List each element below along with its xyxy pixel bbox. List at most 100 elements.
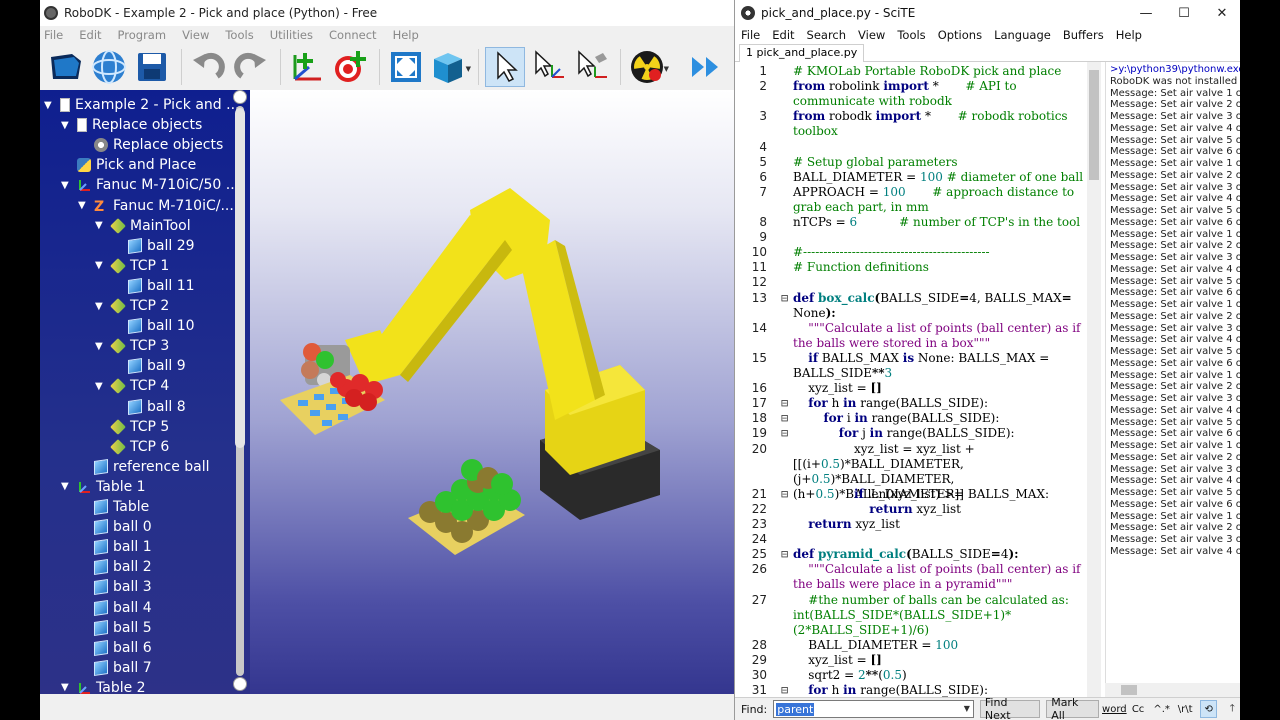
tree-item[interactable]: ▼ Example 2 - Pick and ... (44, 95, 239, 115)
menu-edit[interactable]: Edit (79, 28, 101, 42)
expand-arrow-icon[interactable]: ▼ (95, 220, 107, 231)
open-station-icon[interactable] (46, 47, 86, 87)
up-icon[interactable]: 🡑 (1223, 700, 1241, 718)
match-case-toggle[interactable]: Cc (1129, 700, 1147, 718)
tree-item[interactable]: Table (78, 497, 149, 517)
code-editor[interactable]: 1 2 3 4 5 6 7 8 9 10 11 12 13 14 15 16 17 18 19 20 21 22 23 24 2… (735, 62, 1101, 697)
tree-item[interactable]: TCP 6 (95, 437, 169, 457)
expand-arrow-icon[interactable]: ▼ (95, 381, 107, 392)
fold-toggle-icon[interactable]: ⊟ (781, 426, 788, 440)
code-line[interactable]: BALL_DIAMETER = 100 # diameter of one ba… (793, 170, 1093, 185)
code-line[interactable]: """Calculate a list of points (ball cent… (793, 321, 1093, 351)
tree-scrollbar[interactable] (233, 90, 247, 691)
code-line[interactable]: """Calculate a list of points (ball cent… (793, 562, 1093, 592)
code-line[interactable]: # KMOLab Portable RoboDK pick and place (793, 64, 1093, 79)
code-line[interactable]: sqrt2 = 2**(0.5) (793, 668, 1093, 683)
tree-item[interactable]: ball 0 (78, 517, 152, 537)
code-line[interactable]: def pyramid_calc(BALLS_SIDE=4): (793, 547, 1093, 562)
menu-options[interactable]: Options (938, 28, 982, 42)
code-line[interactable]: def box_calc(BALLS_SIDE=4, BALLS_MAX= No… (793, 291, 1093, 321)
code-line[interactable]: if len(xyz_list) >= BALLS_MAX: (793, 487, 1093, 502)
tree-item[interactable]: ball 3 (78, 577, 152, 597)
tree-item[interactable]: ▼ MainTool (95, 216, 191, 236)
expand-arrow-icon[interactable]: ▼ (95, 301, 107, 312)
tab-pick-and-place[interactable]: 1 pick_and_place.py (739, 44, 865, 62)
tree-item[interactable]: reference ball (78, 457, 210, 477)
fold-toggle-icon[interactable]: ⊟ (781, 487, 788, 501)
code-line[interactable]: for h in range(BALLS_SIDE): (793, 396, 1093, 411)
code-line[interactable]: APPROACH = 100 # approach distance to gr… (793, 185, 1093, 215)
menu-tools[interactable]: Tools (225, 28, 253, 42)
code-line[interactable]: return xyz_list (793, 502, 1093, 517)
fit-all-icon[interactable] (386, 47, 426, 87)
fold-toggle-icon[interactable]: ⊟ (781, 291, 788, 305)
code-line[interactable]: for i in range(BALLS_SIDE): (793, 411, 1093, 426)
menu-file[interactable]: File (44, 28, 63, 42)
editor-scrollbar[interactable] (1087, 62, 1101, 697)
redo-icon[interactable] (231, 47, 271, 87)
menu-search[interactable]: Search (807, 28, 847, 42)
code-line[interactable]: for h in range(BALLS_SIDE): (793, 683, 1093, 697)
maximize-button[interactable]: ☐ (1165, 0, 1203, 26)
find-input[interactable]: parent ▼ (773, 700, 974, 718)
expand-arrow-icon[interactable]: ▼ (95, 260, 107, 271)
run-fast-icon[interactable] (686, 47, 726, 87)
wrap-icon[interactable]: ⟲ (1199, 700, 1218, 718)
online-library-icon[interactable] (89, 47, 129, 87)
code-line[interactable]: return xyz_list (793, 517, 1093, 532)
output-pane[interactable]: >y:\python39\pythonw.exe - RoboDK was not… (1105, 62, 1241, 697)
expand-arrow-icon[interactable]: ▼ (61, 481, 73, 492)
expand-arrow-icon[interactable]: ▼ (61, 120, 73, 131)
menu-view[interactable]: View (858, 28, 885, 42)
select-icon[interactable] (485, 47, 525, 87)
menu-edit[interactable]: Edit (772, 28, 794, 42)
tree-item[interactable]: ball 9 (112, 356, 186, 376)
scroll-thumb[interactable] (235, 108, 245, 448)
code-line[interactable]: from robolink import * # API to communic… (793, 79, 1093, 109)
fold-toggle-icon[interactable]: ⊟ (781, 683, 788, 697)
mark-all-button[interactable]: Mark All (1046, 696, 1100, 720)
menu-help[interactable]: Help (1116, 28, 1142, 42)
tree-item[interactable]: ball 2 (78, 557, 152, 577)
tree-item[interactable]: ▼ Table 1 (61, 477, 146, 497)
scroll-down-button[interactable] (233, 677, 247, 691)
move-frame-icon[interactable] (528, 47, 568, 87)
tree-item[interactable]: ▼ TCP 2 (95, 296, 169, 316)
tree-item[interactable]: Pick and Place (61, 155, 196, 175)
tree-item[interactable]: ball 11 (112, 276, 195, 296)
3d-viewport[interactable] (250, 90, 740, 694)
expand-arrow-icon[interactable]: ▼ (44, 100, 56, 111)
chevron-down-icon[interactable]: ▼ (664, 65, 669, 73)
find-next-button[interactable]: Find Next (979, 696, 1041, 720)
expand-arrow-icon[interactable]: ▼ (78, 200, 90, 211)
scroll-thumb[interactable] (1121, 685, 1137, 695)
code-line[interactable]: from robodk import * # robodk robotics t… (793, 109, 1093, 139)
code-line[interactable]: xyz_list = [] (793, 653, 1093, 668)
menu-buffers[interactable]: Buffers (1063, 28, 1104, 42)
match-word-toggle[interactable]: word (1102, 700, 1127, 718)
add-reference-frame-icon[interactable] (287, 47, 327, 87)
menu-connect[interactable]: Connect (329, 28, 377, 42)
fold-toggle-icon[interactable]: ⊟ (781, 547, 788, 561)
regex-toggle[interactable]: ^.* (1153, 700, 1171, 718)
iso-view-icon[interactable]: ▼ (429, 47, 471, 87)
undo-icon[interactable] (188, 47, 228, 87)
save-icon[interactable] (132, 47, 172, 87)
code-line[interactable]: #---------------------------------------… (793, 245, 1093, 260)
scroll-thumb[interactable] (1089, 70, 1099, 180)
code-line[interactable]: BALL_DIAMETER = 100 (793, 638, 1093, 653)
expand-arrow-icon[interactable]: ▼ (61, 682, 73, 693)
code-line[interactable]: xyz_list = [] (793, 381, 1093, 396)
tree-item[interactable]: ▼ TCP 1 (95, 256, 169, 276)
fold-toggle-icon[interactable]: ⊟ (781, 411, 788, 425)
menu-utilities[interactable]: Utilities (270, 28, 313, 42)
tree-item[interactable]: Replace objects (78, 135, 223, 155)
tree-item[interactable]: ball 7 (78, 658, 152, 678)
code-line[interactable]: # Setup global parameters (793, 155, 1093, 170)
scroll-up-button[interactable] (233, 90, 247, 104)
code-line[interactable]: if BALLS_MAX is None: BALLS_MAX = BALLS_… (793, 351, 1093, 381)
tree-item[interactable]: ▼ Fanuc M-710iC/50 ... (61, 175, 239, 195)
chevron-down-icon[interactable]: ▼ (964, 704, 970, 713)
fold-toggle-icon[interactable]: ⊟ (781, 396, 788, 410)
backslash-toggle[interactable]: \r\t (1176, 700, 1194, 718)
